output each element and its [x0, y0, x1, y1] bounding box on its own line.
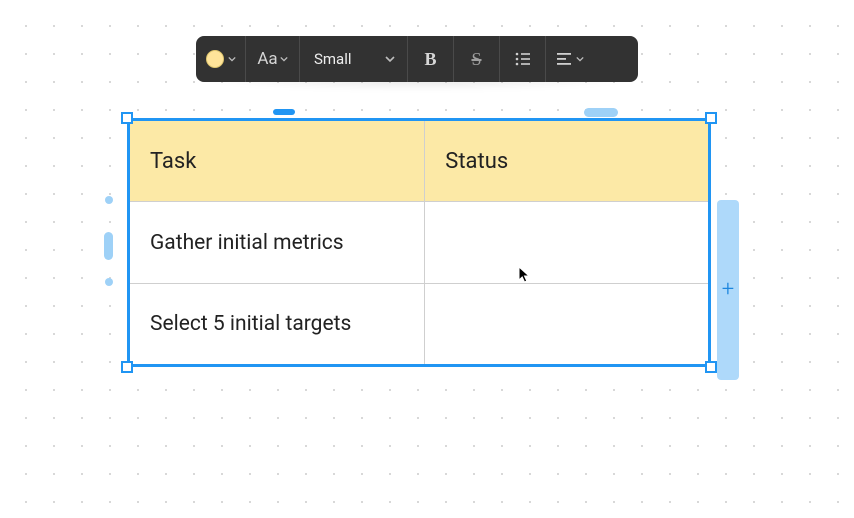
selection-handle-top-left[interactable]	[121, 112, 133, 124]
task-table[interactable]: Task Status Gather initial metrics Selec…	[127, 118, 711, 367]
selection-handle-bottom-left[interactable]	[121, 361, 133, 373]
cell-text: Gather initial metrics	[150, 231, 344, 255]
row-handle-dot[interactable]	[105, 278, 113, 286]
header-label: Status	[445, 149, 508, 174]
table-selection-frame[interactable]: Task Status Gather initial metrics Selec…	[127, 118, 711, 367]
chevron-down-icon	[280, 55, 288, 63]
font-size-picker[interactable]: Small	[300, 36, 408, 82]
table-row: Select 5 initial targets	[129, 284, 710, 366]
fill-color-picker[interactable]	[196, 36, 246, 82]
table-row: Gather initial metrics	[129, 202, 710, 284]
add-column-button[interactable]: +	[717, 200, 739, 380]
cell-status[interactable]	[425, 202, 710, 284]
bold-button[interactable]: B	[408, 36, 454, 82]
toolbar-body: Aa Small B S	[196, 36, 638, 82]
font-style-label: Aa	[257, 49, 277, 69]
align-left-icon	[555, 50, 573, 68]
column-resize-indicator[interactable]	[584, 108, 618, 117]
plus-icon: +	[722, 279, 734, 301]
chevron-down-icon	[385, 54, 395, 64]
bullet-list-button[interactable]	[500, 36, 546, 82]
header-label: Task	[150, 149, 196, 174]
strikethrough-icon: S	[471, 49, 481, 70]
selection-handle-bottom-right[interactable]	[705, 361, 717, 373]
header-cell-task[interactable]: Task	[129, 120, 425, 202]
row-handle-dot[interactable]	[105, 196, 113, 204]
cell-text: Select 5 initial targets	[150, 312, 351, 336]
cell-task[interactable]: Select 5 initial targets	[129, 284, 425, 366]
font-style-picker[interactable]: Aa	[246, 36, 300, 82]
column-resize-indicator[interactable]	[273, 109, 295, 115]
row-resize-indicator[interactable]	[104, 232, 113, 260]
selection-handle-top-right[interactable]	[705, 112, 717, 124]
chevron-down-icon	[576, 55, 584, 63]
formatting-toolbar: Aa Small B S	[196, 36, 638, 82]
cell-status[interactable]	[425, 284, 710, 366]
header-cell-status[interactable]: Status	[425, 120, 710, 202]
table-header-row: Task Status	[129, 120, 710, 202]
cell-task[interactable]: Gather initial metrics	[129, 202, 425, 284]
align-picker[interactable]	[546, 36, 592, 82]
bold-icon: B	[424, 49, 436, 70]
chevron-down-icon	[228, 55, 236, 63]
strikethrough-button[interactable]: S	[454, 36, 500, 82]
color-swatch-icon	[206, 50, 224, 68]
font-size-label: Small	[314, 50, 352, 68]
bullet-list-icon	[514, 50, 532, 68]
